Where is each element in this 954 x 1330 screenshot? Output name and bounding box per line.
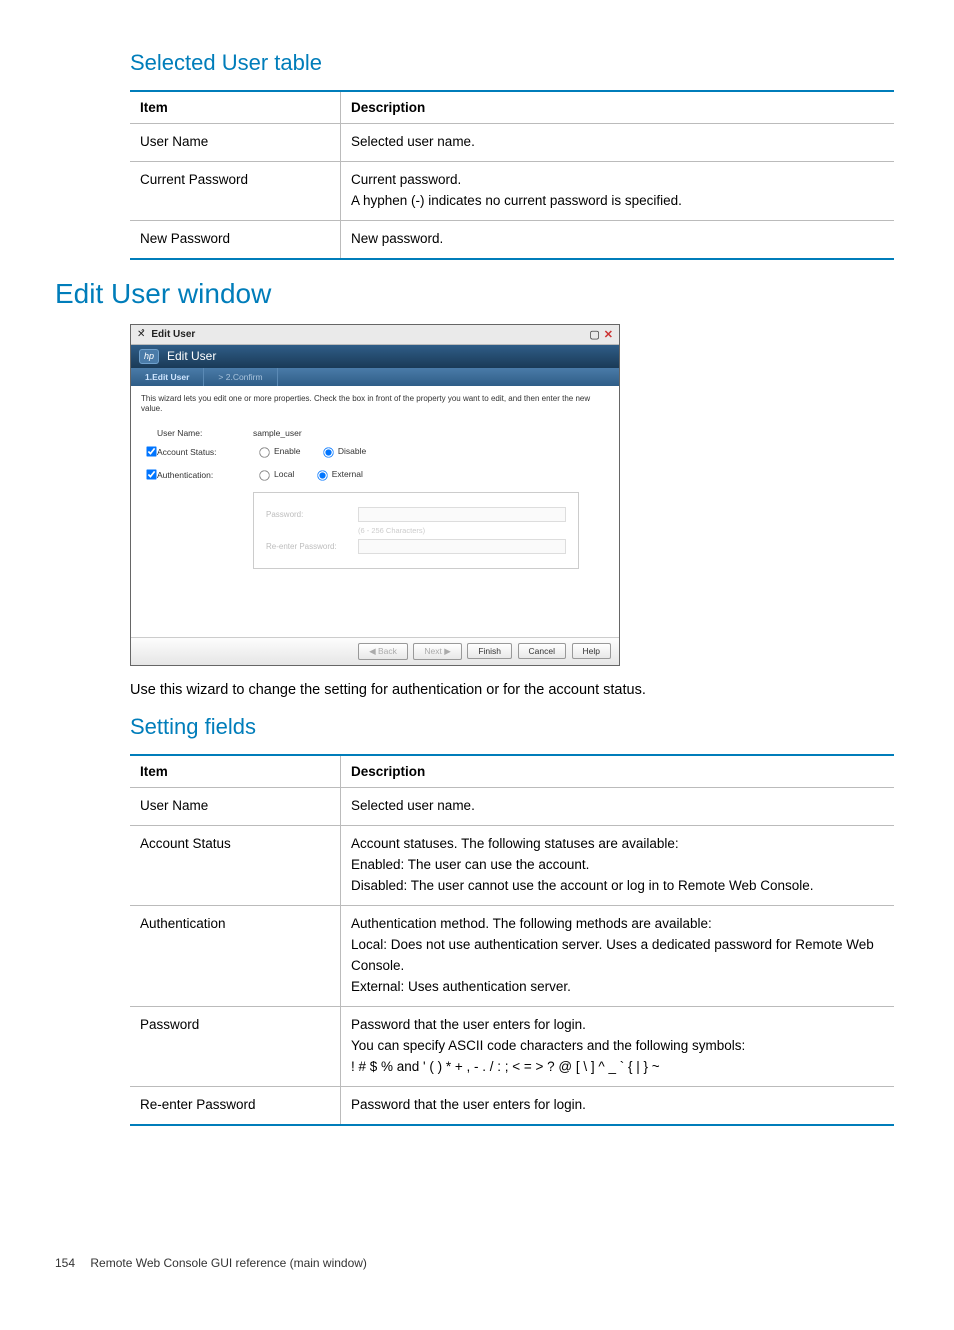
back-button[interactable]: ◀ Back	[358, 643, 408, 660]
collapse-icon[interactable]: ✕̂	[137, 329, 145, 340]
cell-item: User Name	[130, 124, 341, 162]
wizard-description: This wizard lets you edit one or more pr…	[141, 394, 609, 415]
hp-logo-icon: hp	[139, 349, 159, 364]
cell-desc: Current password.A hyphen (-) indicates …	[341, 161, 895, 220]
cell-desc: Account statuses. The following statuses…	[341, 826, 895, 906]
account-status-checkbox[interactable]	[146, 447, 156, 457]
cell-desc: Selected user name.	[341, 788, 895, 826]
cancel-button[interactable]: Cancel	[518, 643, 566, 659]
cell-item: New Password	[130, 220, 341, 258]
reenter-password-label: Re-enter Password:	[266, 542, 358, 551]
next-button[interactable]: Next ▶	[413, 643, 461, 660]
field-username: User Name: sample_user	[141, 428, 609, 438]
table-row: Current Password Current password.A hyph…	[130, 161, 894, 220]
wizard-footer: ◀ Back Next ▶ Finish Cancel Help	[131, 637, 619, 665]
wizard-steps: 1.Edit User > 2.Confirm	[131, 368, 619, 386]
field-authentication: Authentication: Local External	[141, 465, 609, 484]
col-description: Description	[341, 91, 895, 124]
cell-desc: Password that the user enters for login.…	[341, 1006, 895, 1086]
window-titlebar: ✕̂ Edit User ▢ ✕	[131, 325, 619, 345]
maximize-icon[interactable]: ▢	[589, 328, 599, 341]
password-input[interactable]	[358, 507, 566, 522]
reenter-password-input[interactable]	[358, 539, 566, 554]
cell-item: Password	[130, 1006, 341, 1086]
enable-radio[interactable]	[259, 447, 269, 457]
local-radio[interactable]	[259, 470, 269, 480]
wizard-body: This wizard lets you edit one or more pr…	[131, 386, 619, 638]
cell-item: Account Status	[130, 826, 341, 906]
local-label: Local	[274, 469, 294, 479]
col-item: Item	[130, 755, 341, 788]
table-row: Authentication Authentication method. Th…	[130, 906, 894, 1007]
table-row: Re-enter Password Password that the user…	[130, 1086, 894, 1124]
finish-button[interactable]: Finish	[467, 643, 512, 659]
window-title: Edit User	[151, 329, 585, 340]
external-radio[interactable]	[317, 470, 327, 480]
cell-desc: Authentication method. The following met…	[341, 906, 895, 1007]
table-row: Password Password that the user enters f…	[130, 1006, 894, 1086]
wizard-step-1[interactable]: 1.Edit User	[131, 368, 204, 386]
table-row: User Name Selected user name.	[130, 788, 894, 826]
password-label: Password:	[266, 510, 358, 519]
cell-desc: Password that the user enters for login.	[341, 1086, 895, 1124]
section-heading-setting-fields: Setting fields	[130, 714, 894, 740]
external-label: External	[332, 469, 363, 479]
page-number: 154	[55, 1256, 75, 1270]
body-paragraph: Use this wizard to change the setting fo…	[130, 682, 894, 698]
table-row: User Name Selected user name.	[130, 124, 894, 162]
cell-desc: New password.	[341, 220, 895, 258]
col-description: Description	[341, 755, 895, 788]
help-button[interactable]: Help	[572, 643, 611, 659]
disable-radio[interactable]	[323, 447, 333, 457]
major-heading-edit-user-window: Edit User window	[55, 278, 894, 310]
section-heading-selected-user-table: Selected User table	[130, 50, 894, 76]
enable-label: Enable	[274, 446, 300, 456]
close-icon[interactable]: ✕	[604, 328, 613, 341]
page-footer: 154 Remote Web Console GUI reference (ma…	[55, 1256, 894, 1270]
setting-fields-table: Item Description User Name Selected user…	[130, 754, 894, 1125]
selected-user-table: Item Description User Name Selected user…	[130, 90, 894, 260]
field-account-status: Account Status: Enable Disable	[141, 442, 609, 461]
disable-label: Disable	[338, 446, 366, 456]
cell-item: Authentication	[130, 906, 341, 1007]
password-panel: Password: (6 - 256 Characters) Re-enter …	[253, 492, 579, 569]
wizard-header-title: Edit User	[167, 349, 216, 363]
account-status-label: Account Status:	[157, 447, 253, 457]
wizard-header: hp Edit User	[131, 345, 619, 368]
table-row: New Password New password.	[130, 220, 894, 258]
footer-text: Remote Web Console GUI reference (main w…	[90, 1256, 367, 1270]
edit-user-wizard-screenshot: ✕̂ Edit User ▢ ✕ hp Edit User 1.Edit Use…	[130, 324, 620, 667]
password-note: (6 - 256 Characters)	[358, 526, 566, 535]
cell-item: Current Password	[130, 161, 341, 220]
table-row: Account Status Account statuses. The fol…	[130, 826, 894, 906]
username-label: User Name:	[157, 428, 253, 438]
authentication-label: Authentication:	[157, 470, 253, 480]
cell-item: User Name	[130, 788, 341, 826]
wizard-step-2: > 2.Confirm	[204, 368, 277, 386]
cell-item: Re-enter Password	[130, 1086, 341, 1124]
col-item: Item	[130, 91, 341, 124]
authentication-checkbox[interactable]	[146, 470, 156, 480]
cell-desc: Selected user name.	[341, 124, 895, 162]
username-value: sample_user	[253, 428, 302, 438]
